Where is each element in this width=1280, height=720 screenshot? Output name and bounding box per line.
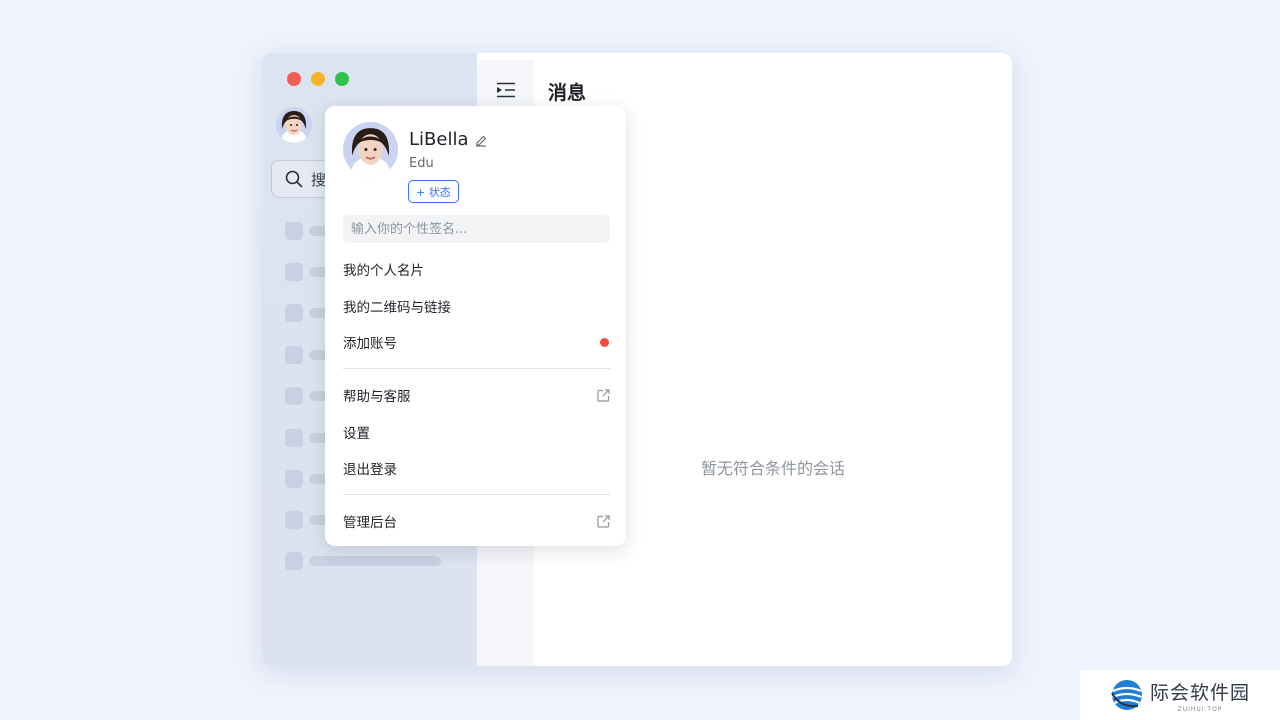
menu-divider (343, 368, 610, 369)
minimize-window-button[interactable] (311, 72, 325, 86)
menu-item-admin-console[interactable]: 管理后台 (343, 507, 610, 535)
menu-item-logout[interactable]: 退出登录 (343, 454, 610, 482)
avatar-image (276, 107, 312, 143)
menu-item-qr-code[interactable]: 我的二维码与链接 (343, 292, 610, 320)
search-icon (285, 170, 303, 188)
sidebar-toggle-icon[interactable] (496, 82, 516, 98)
menu-item-label: 帮助与客服 (343, 389, 411, 405)
add-status-button[interactable]: + 状态 (408, 180, 459, 203)
menu-item-help-support[interactable]: 帮助与客服 (343, 381, 610, 409)
menu-item-label: 我的个人名片 (343, 263, 424, 279)
menu-item-label: 添加账号 (343, 336, 397, 352)
external-link-icon (597, 388, 610, 402)
profile-avatar[interactable] (343, 122, 398, 177)
profile-name: LiBella (409, 129, 469, 150)
search-placeholder: 搜 (311, 170, 327, 189)
external-link-icon (597, 514, 610, 528)
menu-item-label: 设置 (343, 426, 370, 442)
menu-item-settings[interactable]: 设置 (343, 418, 610, 446)
watermark: 际会软件园 ZUIHUI.TOP (1080, 670, 1280, 720)
watermark-name: 际会软件园 (1150, 681, 1251, 704)
edit-name-icon[interactable] (474, 133, 488, 147)
profile-name-row: LiBella (409, 129, 488, 150)
menu-divider (343, 494, 610, 495)
globe-logo-icon (1111, 680, 1142, 710)
menu-item-label: 退出登录 (343, 462, 397, 478)
menu-item-profile-card[interactable]: 我的个人名片 (343, 255, 610, 283)
signature-input[interactable] (343, 215, 610, 243)
menu-item-label: 我的二维码与链接 (343, 300, 451, 316)
skeleton-row (285, 552, 441, 570)
page-title: 消息 (548, 82, 587, 104)
zoom-window-button[interactable] (335, 72, 349, 86)
close-window-button[interactable] (287, 72, 301, 86)
profile-menu-popover: LiBella Edu + 状态 我的个人名片 我的二维码与链接 添加账号 帮助… (325, 106, 626, 546)
user-avatar-button[interactable] (276, 107, 312, 143)
menu-item-label: 管理后台 (343, 515, 397, 531)
profile-organization: Edu (409, 156, 434, 171)
menu-item-add-account[interactable]: 添加账号 (343, 328, 610, 356)
avatar-image (343, 122, 398, 177)
watermark-sub: ZUIHUI.TOP (1177, 705, 1223, 713)
window-controls (287, 72, 349, 86)
notification-dot (600, 337, 609, 347)
watermark-text: 际会软件园 ZUIHUI.TOP (1150, 678, 1250, 713)
